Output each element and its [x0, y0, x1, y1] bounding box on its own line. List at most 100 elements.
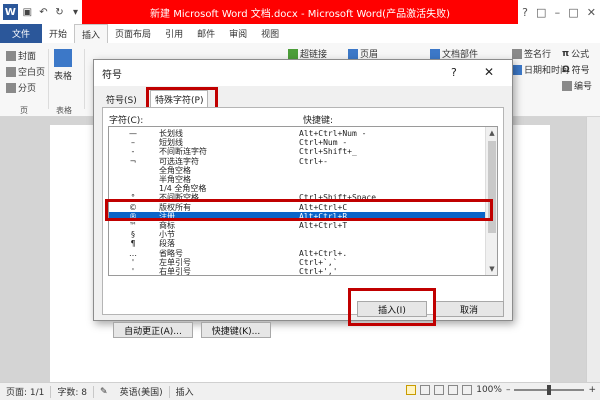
special-characters-list[interactable]: — 长划线 Alt+Ctrl+Num - – 短划线 Ctrl+Num - - 不间断连字符 C… [108, 126, 498, 276]
blank-page-button[interactable]: 空白页 [6, 65, 45, 78]
list-item[interactable]: – 短划线 Ctrl+Num - [109, 138, 485, 147]
char-name: 省略号 [159, 248, 183, 258]
tab-file[interactable]: 文件 [0, 24, 43, 43]
char-shortcut: Ctrl+Shift+_ [299, 147, 357, 157]
char-shortcut: Ctrl+`,` [299, 257, 338, 267]
window-controls: ? □ – □ ✕ [518, 0, 600, 24]
list-item[interactable]: ™ 商标 Alt+Ctrl+T [109, 221, 485, 230]
header-icon [348, 48, 358, 59]
list-item[interactable]: … 省略号 Alt+Ctrl+. [109, 249, 485, 258]
list-item[interactable]: ¶ 段落 [109, 239, 485, 248]
insert-button[interactable]: 插入(I) [357, 301, 427, 317]
insert-mode[interactable]: 插入 [170, 385, 200, 398]
save-icon[interactable]: ▣ [21, 4, 34, 20]
print-layout-icon[interactable] [406, 385, 417, 395]
autocorrect-button[interactable]: 自动更正(A)... [113, 322, 193, 338]
undo-icon[interactable]: ↶ [37, 4, 50, 20]
outline-icon[interactable] [448, 385, 459, 395]
list-item[interactable]: § 小节 [109, 230, 485, 239]
list-item[interactable]: 全角空格 [109, 166, 485, 175]
help-icon[interactable]: ? [522, 6, 528, 19]
numbering-button[interactable]: 编号 [562, 79, 592, 92]
full-screen-icon[interactable] [420, 385, 431, 395]
char-shortcut: Alt+Ctrl+T [299, 221, 348, 230]
tab-references[interactable]: 引用 [158, 24, 190, 43]
tab-view[interactable]: 视图 [254, 24, 286, 43]
dialog-title: 符号 [102, 69, 122, 81]
char-name: 版权所有 [159, 202, 191, 212]
scroll-up-icon[interactable]: ▲ [486, 127, 497, 139]
proofing-icon[interactable]: ✎ [94, 387, 114, 397]
tab-page-layout[interactable]: 页面布局 [108, 24, 158, 43]
list-item[interactable]: ' 右单引号 Ctrl+',' [109, 267, 485, 276]
numbering-icon [562, 80, 572, 91]
char-name: 注册 [159, 211, 175, 221]
close-icon[interactable]: ✕ [587, 6, 596, 19]
customize-qat-icon[interactable]: ▾ [69, 4, 82, 20]
list-item[interactable]: © 版权所有 Alt+Ctrl+C [109, 203, 485, 212]
column-header-character: 字符(C): [109, 116, 144, 126]
scroll-down-icon[interactable]: ▼ [486, 263, 497, 275]
char-name: 全角空格 [159, 165, 191, 175]
char-shortcut: Alt+Ctrl+C [299, 202, 348, 212]
symbol-button[interactable]: Ω 符号 [562, 63, 590, 77]
list-item[interactable]: 1/4 全角空格 [109, 184, 485, 193]
list-item[interactable]: ' 左单引号 Ctrl+`,` [109, 258, 485, 267]
tab-home[interactable]: 开始 [42, 24, 74, 43]
vertical-scrollbar[interactable] [586, 117, 600, 382]
dialog-title-bar[interactable]: 符号 ? ✕ [94, 60, 512, 86]
maximize-icon[interactable]: □ [568, 6, 578, 19]
cover-page-button[interactable]: 封面 [6, 49, 36, 62]
char-shortcut: Alt+Ctrl+. [299, 248, 348, 258]
zoom-in-button[interactable]: + [588, 385, 596, 395]
tab-review[interactable]: 审阅 [222, 24, 254, 43]
date-time-button[interactable]: 日期和时间 [512, 63, 569, 76]
cancel-button[interactable]: 取消 [434, 301, 504, 317]
list-item[interactable]: 半角空格 [109, 175, 485, 184]
draft-icon[interactable] [462, 385, 473, 395]
zoom-out-button[interactable]: – [506, 385, 511, 395]
tab-mailings[interactable]: 邮件 [190, 24, 222, 43]
list-item[interactable]: - 不间断连字符 Ctrl+Shift+_ [109, 147, 485, 156]
redo-icon[interactable]: ↻ [53, 4, 66, 20]
char-shortcut: Ctrl+- [299, 156, 328, 166]
list-item[interactable]: ® 注册 Alt+Ctrl+R [109, 211, 485, 221]
tab-insert[interactable]: 插入 [74, 24, 109, 43]
list-item[interactable]: ¬ 可选连字符 Ctrl+- [109, 157, 485, 166]
list-scrollbar[interactable]: ▲ ▼ [485, 127, 497, 275]
tab-special-characters[interactable]: 特殊字符(P) [150, 90, 209, 108]
tab-symbols[interactable]: 符号(S) [102, 90, 141, 108]
char-name: 商标 [159, 221, 175, 230]
signature-line-button[interactable]: 签名行 [512, 47, 551, 60]
scroll-thumb[interactable] [488, 141, 496, 233]
table-icon [54, 49, 72, 67]
dialog-close-icon[interactable]: ✕ [484, 65, 494, 79]
list-item[interactable]: ° 不间断空格 Ctrl+Shift+Space [109, 193, 485, 202]
zoom-slider-thumb[interactable] [547, 385, 552, 395]
char-symbol: – [131, 138, 135, 148]
word-logo-icon: W [3, 4, 18, 20]
page-count[interactable]: 页面: 1/1 [0, 385, 50, 398]
quick-access-toolbar: W ▣ ↶ ↻ ▾ [0, 0, 82, 24]
char-name: 不间断连字符 [159, 147, 207, 157]
status-bar: 页面: 1/1 字数: 8 ✎ 英语(美国) 插入 100% – + [0, 382, 600, 400]
ribbon-display-icon[interactable]: □ [536, 6, 546, 19]
omega-icon: Ω [562, 64, 570, 75]
shortcut-key-button[interactable]: 快捷键(K)... [201, 322, 271, 338]
char-symbol: ' [131, 267, 135, 276]
web-layout-icon[interactable] [434, 385, 445, 395]
dialog-help-icon[interactable]: ? [451, 66, 457, 79]
language-indicator[interactable]: 英语(美国) [114, 385, 169, 398]
char-symbol: ™ [129, 221, 137, 230]
blank-page-icon [6, 66, 16, 77]
zoom-slider[interactable] [514, 385, 585, 395]
word-count[interactable]: 字数: 8 [51, 385, 93, 398]
list-item[interactable]: — 长划线 Alt+Ctrl+Num - [109, 129, 485, 138]
page-break-button[interactable]: 分页 [6, 81, 36, 94]
equation-button[interactable]: π 公式 [562, 47, 589, 61]
zoom-level[interactable]: 100% [476, 385, 502, 395]
minimize-icon[interactable]: – [555, 6, 561, 19]
table-button[interactable]: 表格 [54, 49, 72, 82]
char-symbol: ® [129, 211, 137, 221]
column-header-shortcut: 快捷键: [303, 116, 334, 126]
